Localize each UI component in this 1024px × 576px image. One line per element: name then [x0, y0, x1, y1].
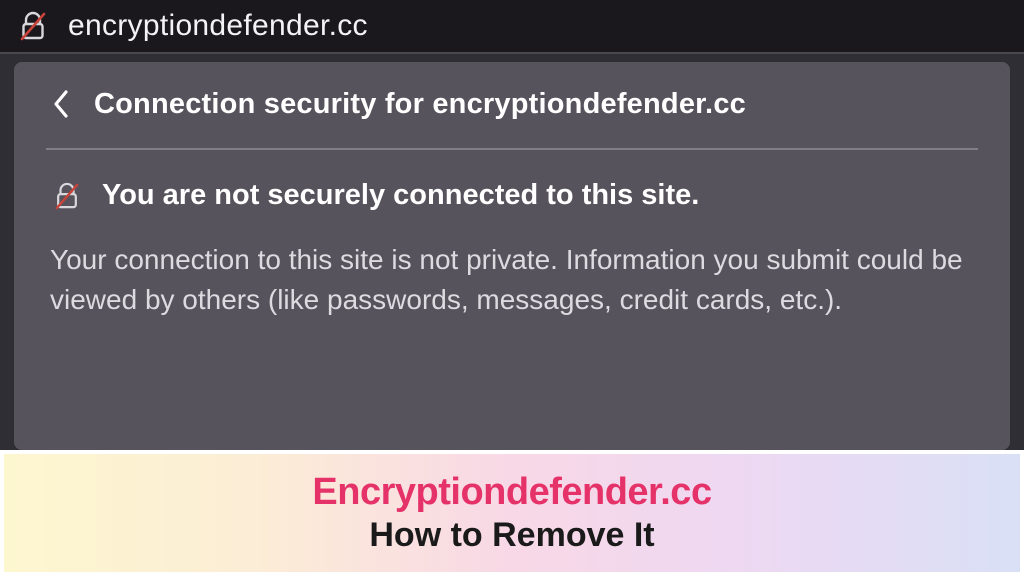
banner-subtitle: How to Remove It: [369, 516, 654, 555]
lock-insecure-icon: [52, 178, 82, 214]
divider: [46, 148, 978, 150]
address-url[interactable]: encryptiondefender.cc: [68, 9, 368, 43]
article-banner: Encryptiondefender.cc How to Remove It: [0, 450, 1024, 576]
address-bar[interactable]: encryptiondefender.cc: [0, 0, 1024, 54]
panel-header: Connection security for encryptiondefend…: [46, 86, 978, 148]
panel-title: Connection security for encryptiondefend…: [94, 88, 746, 121]
screenshot-root: encryptiondefender.cc SENSORS TECHFORUM: [0, 0, 1024, 576]
lock-insecure-icon[interactable]: [16, 9, 50, 43]
warning-description: Your connection to this site is not priv…: [46, 240, 978, 321]
banner-title: Encryptiondefender.cc: [312, 471, 711, 514]
warning-row: You are not securely connected to this s…: [46, 178, 978, 214]
warning-heading: You are not securely connected to this s…: [102, 179, 699, 212]
back-icon[interactable]: [50, 86, 72, 122]
security-info-panel: Connection security for encryptiondefend…: [14, 62, 1010, 450]
